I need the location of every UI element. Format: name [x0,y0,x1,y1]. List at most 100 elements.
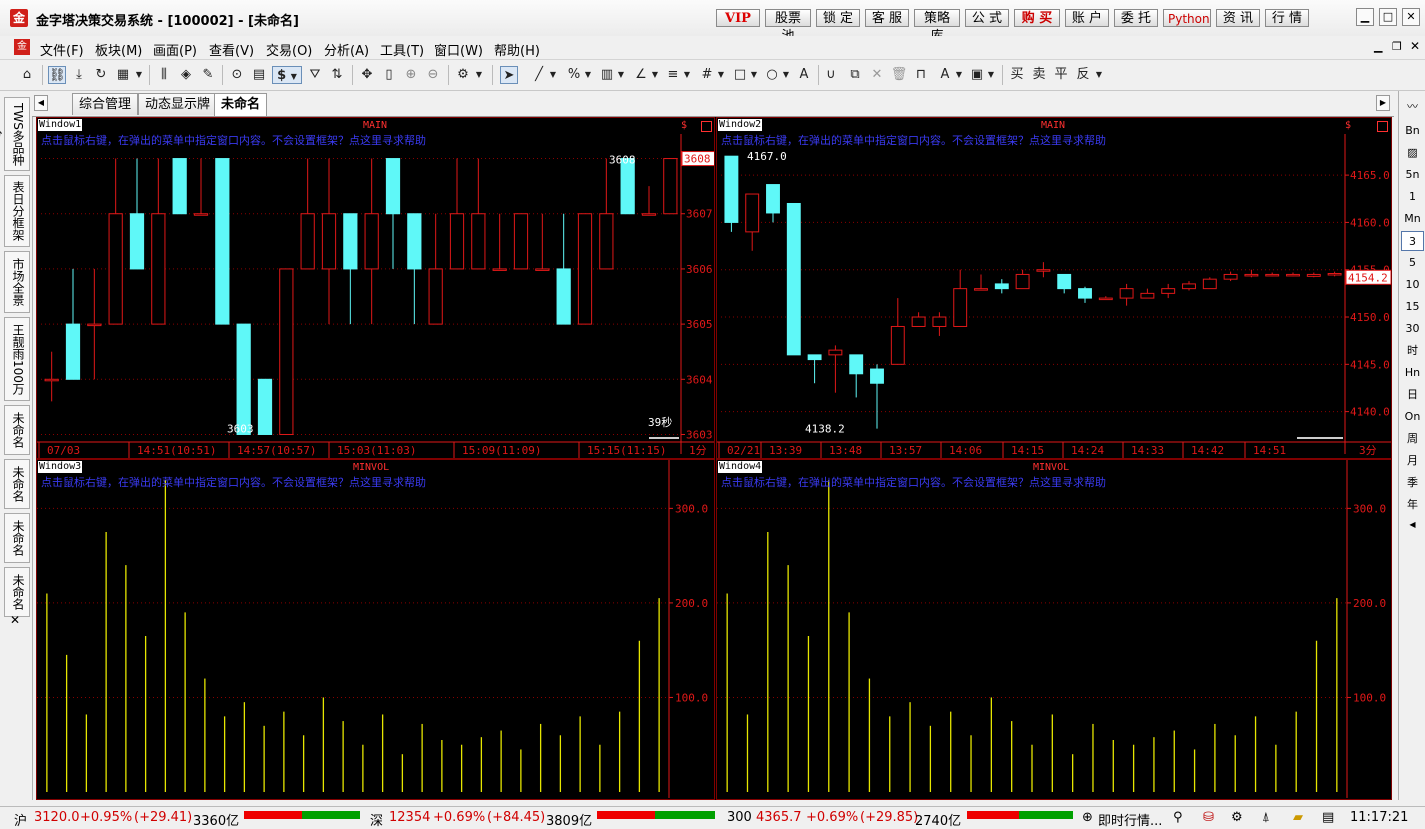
period-hn[interactable]: Hn [1401,363,1424,383]
period-hour[interactable]: 时 [1401,341,1424,361]
filter-icon[interactable]: ⛛ [306,66,324,84]
period-5n[interactable]: 5n [1401,165,1424,185]
period-day[interactable]: 日 [1401,385,1424,405]
fib-dropdown-icon[interactable]: ▼ [682,66,692,84]
lock-icon[interactable]: ⊓ [912,66,930,84]
note-icon[interactable]: ▤ [1322,810,1334,825]
magnet-icon[interactable]: ∪ [822,66,840,84]
left-tab-close-icon[interactable]: ✕ [10,613,20,627]
window2-panel[interactable]: Window2 MAIN 点击鼠标右键，在弹出的菜单中指定窗口内容。不会设置框架… [716,117,1392,459]
close-button[interactable]: ✕ [1402,8,1420,26]
report-icon[interactable]: ▤ [250,66,268,84]
strategy-lib-button[interactable]: 策略库 [914,9,960,44]
trade-dropdown-icon[interactable]: ▼ [1094,66,1104,84]
trade-buy-button[interactable]: 买 [1008,66,1026,84]
period-chart2-icon[interactable]: ▨ [1401,143,1424,163]
scale-icon[interactable]: ⇅ [328,66,346,84]
hash-tool-icon[interactable]: # [698,66,716,84]
minimize-button[interactable]: ▁ [1356,8,1374,26]
period-week[interactable]: 周 [1401,429,1424,449]
folder-icon[interactable]: ▰ [1293,810,1303,825]
menu-analysis[interactable]: 分析(A) [324,40,369,59]
left-tab-unnamed-1[interactable]: 未命名 [4,405,30,455]
left-tab-market[interactable]: 市场全景 [4,251,30,313]
period-10[interactable]: 10 [1401,275,1424,295]
rect-dropdown-icon[interactable]: ▼ [749,66,759,84]
move-icon[interactable]: ✥ [358,66,376,84]
font-color-icon[interactable]: A [936,66,954,84]
period-collapse-icon[interactable]: ◀ [1401,515,1424,535]
window3-hint[interactable]: 点击鼠标右键，在弹出的菜单中指定窗口内容。不会设置框架？点这里寻求帮助 [41,474,426,490]
period-5[interactable]: 5 [1401,253,1424,273]
candle-icon[interactable]: ⫼ [155,66,173,84]
stock-pool-button[interactable]: 股票池 [765,9,811,44]
period-year[interactable]: 年 [1401,495,1424,515]
mdi-minimize-icon[interactable]: ▁ [1374,40,1382,53]
grid-dropdown-icon[interactable]: ▼ [134,66,144,84]
zoom-out-icon[interactable]: ⊖ [424,66,442,84]
period-chart-icon[interactable]: 〰 [1401,97,1424,117]
tab-scroll-right-icon[interactable]: ▶ [1376,95,1390,111]
left-tab-daily-frame[interactable]: 表日分框架 [4,175,30,247]
window1-hint[interactable]: 点击鼠标右键，在弹出的菜单中指定窗口内容。不会设置框架？点这里寻求帮助 [41,132,426,148]
save-dropdown-icon[interactable]: ▼ [986,66,996,84]
menu-tools[interactable]: 工具(T) [380,40,424,59]
python-status-icon[interactable]: ⚲ [1173,810,1183,825]
tab-unnamed[interactable]: 未命名 [214,93,268,116]
python-button[interactable]: Python [1163,9,1211,27]
text-tool-icon[interactable]: A [795,66,813,84]
copy-icon[interactable]: ⧉ [846,66,864,84]
entrust-button[interactable]: 委 托 [1114,9,1158,27]
menu-help[interactable]: 帮助(H) [494,40,540,59]
channel-tool-icon[interactable]: ▥ [598,66,616,84]
period-3-selected[interactable]: 3 [1401,231,1424,251]
trade-reverse-button[interactable]: 反 [1074,66,1092,84]
lock-button[interactable]: 锁 定 [816,9,860,27]
circle-tool-icon[interactable]: ○ [763,66,781,84]
window4-hint[interactable]: 点击鼠标右键，在弹出的菜单中指定窗口内容。不会设置框架？点这里寻求帮助 [721,474,1106,490]
menu-trade[interactable]: 交易(O) [266,40,312,59]
download-icon[interactable]: ⤓ [70,66,88,84]
menu-window[interactable]: 窗口(W) [434,40,483,59]
angle-tool-icon[interactable]: ∠ [632,66,650,84]
tab-scroll-left-icon[interactable]: ◀ [34,95,48,111]
mdi-restore-icon[interactable]: ❐ [1392,40,1402,53]
period-1[interactable]: 1 [1401,187,1424,207]
menu-view[interactable]: 查看(V) [209,40,254,59]
grid-layout-icon[interactable]: ▦ [114,66,132,84]
refresh-icon[interactable]: ↻ [92,66,110,84]
formula-button[interactable]: 公 式 [965,9,1009,27]
link-icon[interactable]: ⛓ [48,66,66,84]
left-tab-tws[interactable]: TWS多品种分 [0,97,30,171]
settings-status-icon[interactable]: ⚙ [1231,810,1243,825]
left-tab-portfolio[interactable]: 王靓雨100万 [4,317,30,401]
quotes-button[interactable]: 行 情 [1265,9,1309,27]
home-icon[interactable]: ⌂ [18,66,36,84]
period-month[interactable]: 月 [1401,451,1424,471]
channel-dropdown-icon[interactable]: ▼ [616,66,626,84]
bell-icon[interactable]: ⍋ [1262,810,1270,825]
zoom-in-icon[interactable]: ⊕ [402,66,420,84]
window4-panel[interactable]: Window4 MINVOL 点击鼠标右键，在弹出的菜单中指定窗口内容。不会设置… [716,459,1392,800]
tab-overview[interactable]: 综合管理 [72,93,139,115]
period-on[interactable]: On [1401,407,1424,427]
rect-tool-icon[interactable]: □ [731,66,749,84]
window3-panel[interactable]: Window3 MINVOL 点击鼠标右键，在弹出的菜单中指定窗口内容。不会设置… [36,459,715,800]
circle-dropdown-icon[interactable]: ▼ [781,66,791,84]
buy-button[interactable]: 购 买 [1014,9,1060,27]
line-tool-icon[interactable]: ╱ [530,66,548,84]
period-30[interactable]: 30 [1401,319,1424,339]
menu-canvas[interactable]: 画面(P) [153,40,197,59]
save-icon[interactable]: ▣ [968,66,986,84]
play-icon[interactable]: ⊙ [228,66,246,84]
ruler-icon[interactable]: ▯ [380,66,398,84]
menu-block[interactable]: 板块(M) [95,40,142,59]
percent-dropdown-icon[interactable]: ▼ [583,66,593,84]
maximize-button[interactable]: □ [1379,8,1397,26]
trade-sell-button[interactable]: 卖 [1030,66,1048,84]
fib-tool-icon[interactable]: ≡ [664,66,682,84]
window1-maximize-icon[interactable] [701,121,712,132]
period-mn[interactable]: Mn [1401,209,1424,229]
font-color-dropdown-icon[interactable]: ▼ [954,66,964,84]
angle-dropdown-icon[interactable]: ▼ [650,66,660,84]
